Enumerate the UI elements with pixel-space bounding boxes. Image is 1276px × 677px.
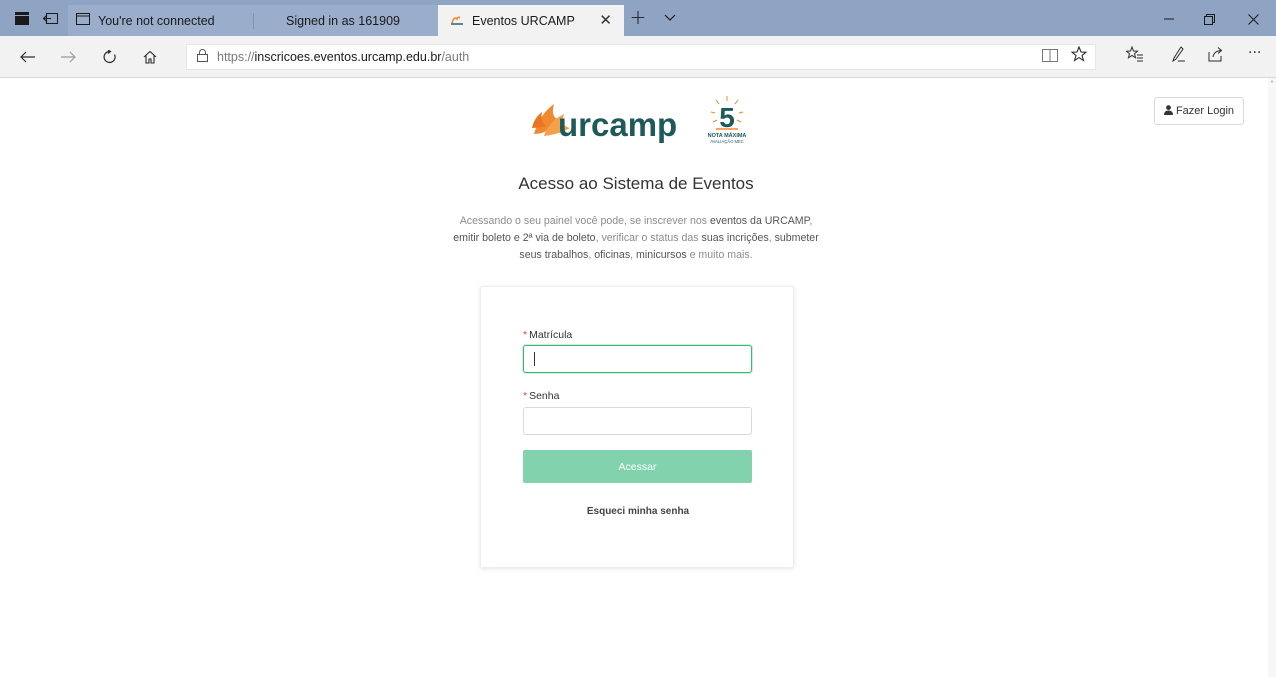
- tab-signed-in[interactable]: Signed in as 161909: [254, 5, 438, 36]
- vertical-scrollbar[interactable]: [1268, 78, 1276, 677]
- desc-highlight: oficinas: [594, 249, 631, 261]
- tab-manager-icon[interactable]: [12, 9, 32, 27]
- page-description: Acessando o seu painel você pode, se ins…: [446, 213, 826, 264]
- matricula-label-text: Matrícula: [529, 329, 573, 341]
- fazer-login-button[interactable]: Fazer Login: [1154, 97, 1244, 125]
- browser-navigation-bar: https://inscricoes.eventos.urcamp.edu.br…: [0, 36, 1276, 78]
- share-icon[interactable]: [1208, 46, 1224, 66]
- chevron-down-icon[interactable]: [660, 9, 680, 27]
- tab-label: Eventos URCAMP: [472, 13, 575, 28]
- refresh-icon[interactable]: [98, 46, 122, 68]
- close-window-button[interactable]: [1230, 6, 1276, 32]
- url-scheme: https://: [217, 50, 255, 64]
- matricula-input[interactable]: [523, 345, 752, 373]
- tab-label: You're not connected: [98, 13, 215, 28]
- url-path: /auth: [441, 50, 470, 64]
- acessar-button[interactable]: Acessar: [523, 450, 752, 483]
- lock-icon: [197, 49, 208, 66]
- text-caret: [534, 352, 535, 366]
- badge-subcaption: AVALIAÇÃO MEC: [710, 139, 744, 144]
- nota-maxima-badge: 5 NOTA MÁXIMA AVALIAÇÃO MEC: [708, 96, 747, 144]
- set-aside-tabs-icon[interactable]: [40, 9, 60, 27]
- matricula-label: * Matrícula: [523, 329, 572, 341]
- desc-highlight: eventos da URCAMP: [710, 215, 810, 227]
- desc-highlight: suas incrições: [701, 232, 769, 244]
- badge-caption: NOTA MÁXIMA: [708, 132, 747, 139]
- senha-label: * Senha: [523, 390, 559, 402]
- required-mark: *: [523, 390, 528, 402]
- address-bar[interactable]: https://inscricoes.eventos.urcamp.edu.br…: [186, 44, 1096, 70]
- tab-not-connected[interactable]: You're not connected: [68, 5, 254, 36]
- page-title: Acesso ao Sistema de Eventos: [518, 174, 754, 193]
- tab-eventos-urcamp[interactable]: Eventos URCAMP ✕: [438, 5, 624, 36]
- home-icon[interactable]: [138, 46, 162, 68]
- forgot-password-link[interactable]: Esqueci minha senha: [481, 506, 795, 517]
- scroll-up-icon[interactable]: ˄: [1268, 80, 1276, 90]
- senha-label-text: Senha: [529, 390, 560, 402]
- page-content: urcamp 5 NOTA MÁXIMA AVALIAÇÃO MEC Fazer…: [0, 78, 1268, 677]
- desc-highlight: minicursos: [636, 249, 687, 261]
- login-card: * Matrícula * Senha Acessar Esqueci minha …: [480, 286, 794, 568]
- back-arrow-icon[interactable]: [16, 46, 40, 68]
- more-icon[interactable]: ···: [1248, 45, 1261, 61]
- urcamp-logo: urcamp 5 NOTA MÁXIMA AVALIAÇÃO MEC: [530, 92, 760, 152]
- star-icon[interactable]: [1070, 45, 1088, 66]
- logo-wordmark: urcamp: [558, 106, 677, 143]
- desc-text: Acessando o seu painel você pode, se ins…: [459, 215, 710, 227]
- urcamp-favicon: [450, 14, 464, 28]
- pen-icon[interactable]: [1170, 46, 1186, 66]
- browser-tab-bar: You're not connected Signed in as 161909…: [0, 0, 1276, 36]
- new-tab-icon[interactable]: +: [628, 5, 648, 29]
- favorites-hub-icon[interactable]: [1125, 45, 1144, 66]
- page-icon: [76, 13, 90, 28]
- url-host: inscricoes.eventos.urcamp.edu.br: [254, 50, 442, 64]
- close-icon[interactable]: ✕: [599, 11, 612, 29]
- user-icon: [1163, 104, 1173, 118]
- login-label: Fazer Login: [1175, 105, 1235, 117]
- desc-text: ,: [809, 215, 813, 227]
- senha-input[interactable]: [523, 407, 752, 435]
- reading-view-icon[interactable]: [1042, 48, 1058, 66]
- desc-highlight: emitir boleto e 2ª via de boleto: [453, 232, 596, 244]
- desc-text: e muito mais.: [686, 249, 753, 261]
- required-mark: *: [523, 329, 528, 341]
- url-text: https://inscricoes.eventos.urcamp.edu.br…: [217, 50, 469, 64]
- forward-arrow-icon[interactable]: [56, 46, 80, 68]
- restore-button[interactable]: [1186, 6, 1232, 32]
- desc-text: , verificar o status das: [595, 232, 702, 244]
- tab-label: Signed in as 161909: [286, 13, 400, 28]
